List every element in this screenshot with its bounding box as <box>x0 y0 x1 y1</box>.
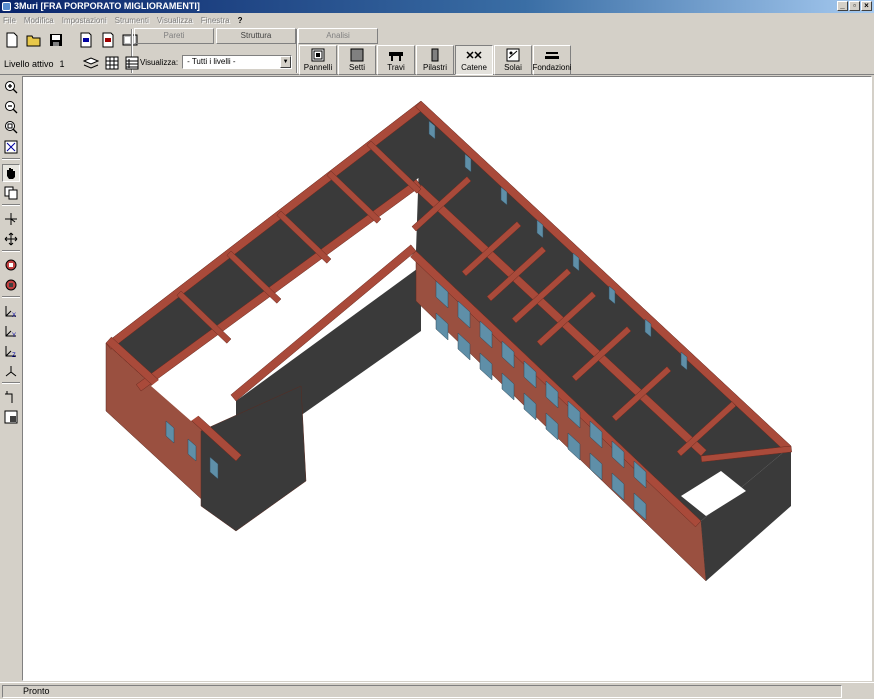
floor-icon <box>506 48 520 62</box>
chain-icon <box>466 51 482 59</box>
zoom-in-icon[interactable] <box>2 78 20 96</box>
annex-block <box>200 385 307 532</box>
minimize-button[interactable]: _ <box>837 1 848 11</box>
copy-icon[interactable] <box>2 184 20 202</box>
travi-label: Travi <box>387 63 405 72</box>
pilastri-button[interactable]: Pilastri <box>416 45 454 75</box>
fondazioni-label: Fondazioni <box>532 63 572 72</box>
solai-button[interactable]: Solai <box>494 45 532 75</box>
active-level-label: Livello attivo <box>4 59 54 69</box>
status-text: Pronto <box>2 685 842 698</box>
import-icon[interactable] <box>76 30 96 50</box>
menu-help[interactable]: ? <box>238 16 243 25</box>
zoom-extents-icon[interactable] <box>2 138 20 156</box>
view-z-icon[interactable]: Z <box>2 342 20 360</box>
wall-icon <box>350 48 364 62</box>
view-y-icon[interactable]: Y <box>2 322 20 340</box>
levels-icon[interactable] <box>82 57 99 71</box>
menu-visualizza[interactable]: Visualizza <box>157 16 193 25</box>
rotate-right-icon[interactable] <box>2 276 20 294</box>
view-x-icon[interactable]: X <box>2 302 20 320</box>
fondazioni-button[interactable]: Fondazioni <box>532 45 572 75</box>
solai-label: Solai <box>504 63 522 72</box>
foundation-icon <box>545 52 559 59</box>
setti-label: Setti <box>348 63 365 72</box>
menu-file[interactable]: File <box>3 16 16 25</box>
open-folder-icon[interactable] <box>24 30 44 50</box>
catene-button[interactable]: Catene <box>455 45 493 75</box>
tab-analisi[interactable]: Analisi <box>298 28 378 44</box>
view-filter: Visualizza: - Tutti i livelli - ▼ <box>140 55 293 69</box>
grid-icon[interactable] <box>105 56 119 72</box>
export-icon[interactable] <box>98 30 118 50</box>
panel-icon <box>311 48 325 62</box>
render-icon[interactable] <box>2 408 20 426</box>
rotate-left-icon[interactable] <box>2 256 20 274</box>
file-toolbar <box>2 30 140 50</box>
save-icon[interactable] <box>46 30 66 50</box>
table-icon[interactable] <box>125 56 139 72</box>
building-model <box>105 100 792 582</box>
zoom-window-icon[interactable] <box>2 118 20 136</box>
chevron-down-icon[interactable]: ▼ <box>280 56 292 68</box>
title-bar: 3Muri [FRA PORPORATO MIGLIORAMENTI] _ ▫ … <box>0 0 874 13</box>
axis-icon[interactable] <box>2 210 20 228</box>
window-title: 3Muri [FRA PORPORATO MIGLIORAMENTI] <box>14 1 200 11</box>
zoom-out-icon[interactable] <box>2 98 20 116</box>
pannelli-button[interactable]: Pannelli <box>299 45 337 75</box>
plan-view-icon[interactable] <box>2 388 20 406</box>
travi-button[interactable]: Travi <box>377 45 415 75</box>
level-select[interactable]: - Tutti i livelli - ▼ <box>182 55 293 69</box>
setti-button[interactable]: Setti <box>338 45 376 75</box>
menu-bar: File Modifica Impostazioni Strumenti Vis… <box>0 13 874 27</box>
menu-finestra[interactable]: Finestra <box>201 16 230 25</box>
element-toolbar: Pannelli Setti Travi Pilastri Catene Sol… <box>299 45 572 75</box>
3d-viewport[interactable] <box>22 76 872 681</box>
level-toolbar: Livello attivo 1 <box>4 56 139 72</box>
column-icon <box>431 48 439 62</box>
pan-hand-icon[interactable] <box>2 164 20 182</box>
view-filter-label: Visualizza: <box>140 57 179 67</box>
tab-struttura[interactable]: Struttura <box>216 28 296 44</box>
pannelli-label: Pannelli <box>303 63 333 72</box>
menu-strumenti[interactable]: Strumenti <box>115 16 149 25</box>
status-bar: Pronto <box>0 682 874 699</box>
menu-modifica[interactable]: Modifica <box>24 16 54 25</box>
new-file-icon[interactable] <box>2 30 22 50</box>
menu-impostazioni[interactable]: Impostazioni <box>62 16 107 25</box>
svg-text:X: X <box>12 313 16 318</box>
move-icon[interactable] <box>2 230 20 248</box>
pilastri-label: Pilastri <box>422 63 447 72</box>
left-toolbar: X Y Z <box>0 76 22 681</box>
catene-label: Catene <box>461 63 487 72</box>
active-level-value: 1 <box>59 59 65 69</box>
tab-pareti[interactable]: Pareti <box>134 28 214 44</box>
svg-text:Y: Y <box>12 333 16 338</box>
app-icon <box>2 2 11 11</box>
mode-tabs: Pareti Struttura Analisi <box>134 28 378 44</box>
axonometric-icon[interactable] <box>2 362 20 380</box>
close-button[interactable]: × <box>861 1 872 11</box>
restore-button[interactable]: ▫ <box>849 1 860 11</box>
svg-text:Z: Z <box>12 353 16 358</box>
beam-icon <box>389 52 403 61</box>
toolbar-area: Livello attivo 1 Pareti Struttura Analis… <box>0 27 874 75</box>
level-select-value: - Tutti i livelli - <box>187 57 236 66</box>
